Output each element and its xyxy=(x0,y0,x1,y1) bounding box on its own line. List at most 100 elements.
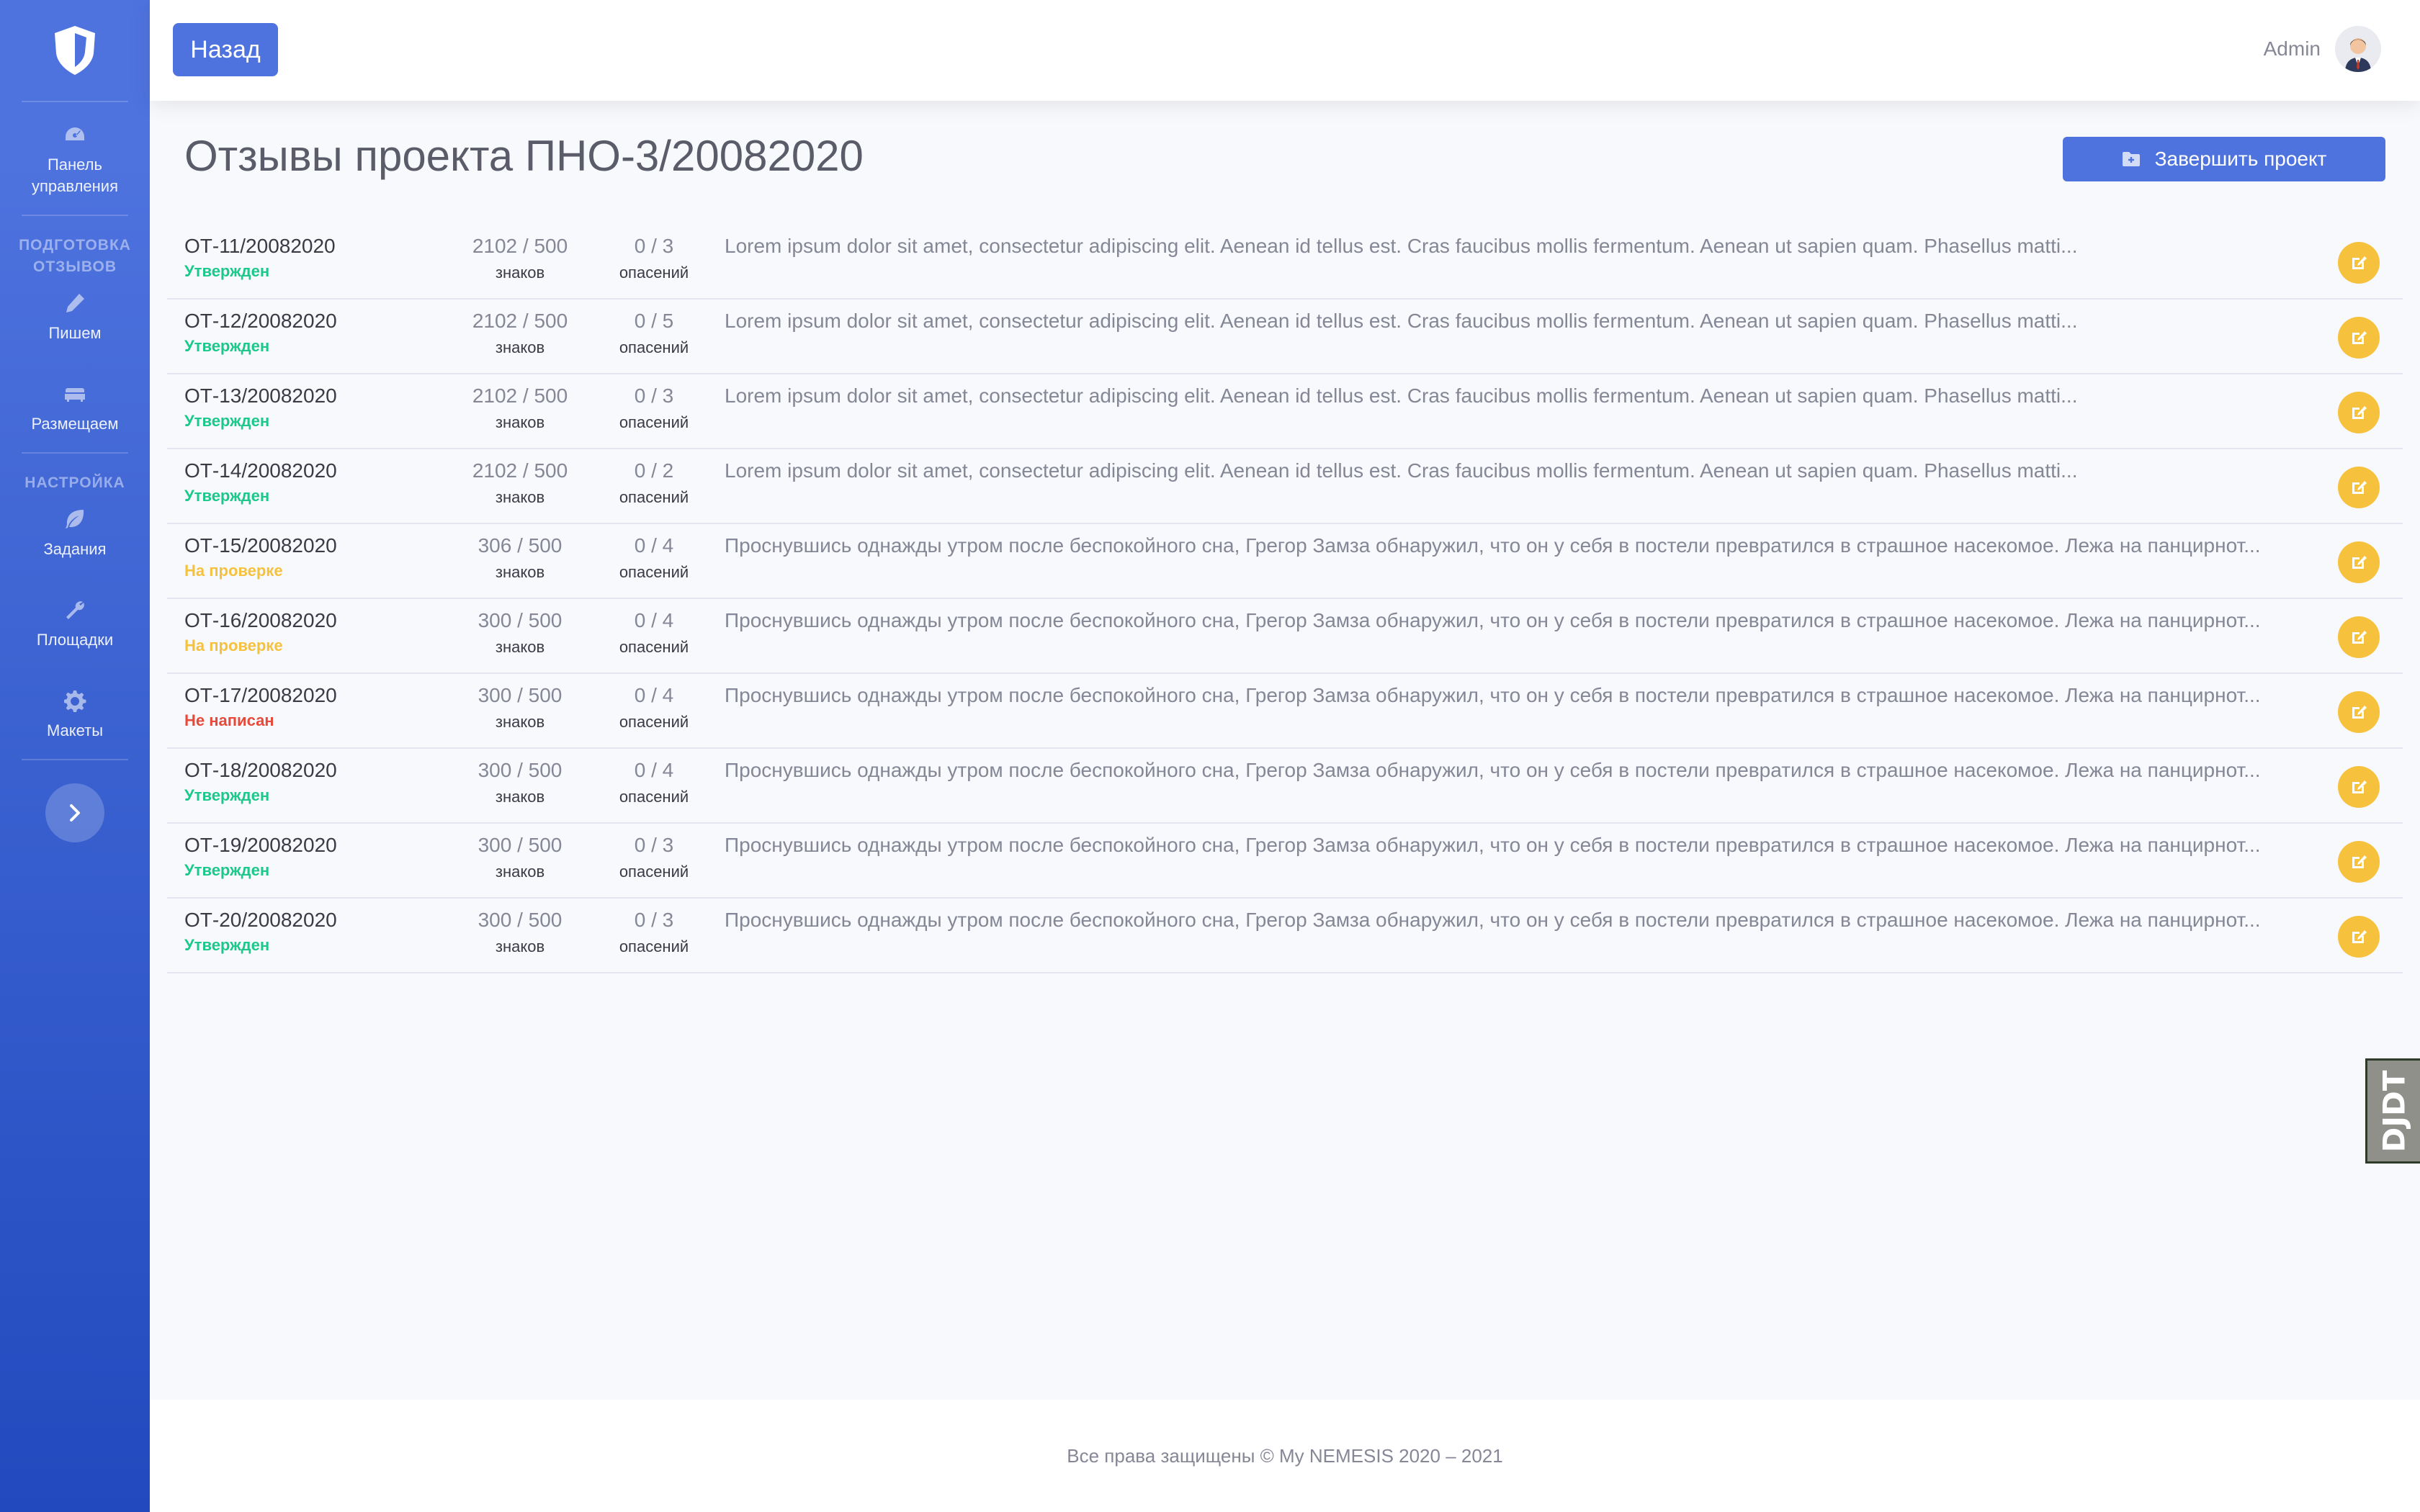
edit-button[interactable] xyxy=(2338,691,2380,733)
brand-logo[interactable] xyxy=(0,0,150,101)
review-text-preview: Lorem ipsum dolor sit amet, consectetur … xyxy=(725,459,2078,482)
wrench-icon xyxy=(62,598,88,622)
reviews-count: 0 / 3 опасений xyxy=(582,235,726,282)
edit-button[interactable] xyxy=(2338,467,2380,508)
review-code[interactable]: ОТ-15/20082020 xyxy=(184,534,337,557)
sidebar-item-platforms[interactable]: Площадки xyxy=(0,577,150,668)
edit-button[interactable] xyxy=(2338,242,2380,284)
table-row: ОТ-11/20082020 Утвержден 2102 / 500 знаков 0… xyxy=(167,225,2403,300)
edit-button[interactable] xyxy=(2338,616,2380,658)
chars-value: 2102 / 500 xyxy=(472,384,568,407)
chars-count: 2102 / 500 знаков xyxy=(441,459,599,507)
edit-icon xyxy=(2349,253,2368,272)
table-row: ОТ-15/20082020 На проверке 306 / 500 знаков… xyxy=(167,524,2403,599)
table-row: ОТ-20/20082020 Утвержден 300 / 500 знаков 0 … xyxy=(167,899,2403,973)
edit-button[interactable] xyxy=(2338,766,2380,808)
review-text-preview: Проснувшись однажды утром после беспокой… xyxy=(725,759,2261,781)
chars-value: 2102 / 500 xyxy=(472,235,568,257)
user-name: Admin xyxy=(2263,37,2321,60)
review-text-preview: Проснувшись однажды утром после беспокой… xyxy=(725,534,2261,557)
edit-icon xyxy=(2349,628,2368,647)
review-code[interactable]: ОТ-16/20082020 xyxy=(184,609,337,632)
review-code[interactable]: ОТ-11/20082020 xyxy=(184,235,336,258)
edit-button[interactable] xyxy=(2338,392,2380,433)
reviews-label: опасений xyxy=(619,638,689,656)
sidebar-toggle-button[interactable] xyxy=(45,783,104,842)
review-code[interactable]: ОТ-20/20082020 xyxy=(184,909,337,932)
pencil-icon xyxy=(62,291,88,315)
review-code[interactable]: ОТ-13/20082020 xyxy=(184,384,337,408)
main-content: Отзывы проекта ПНО-3/20082020 Завершить … xyxy=(150,101,2420,1400)
reviews-value: 0 / 5 xyxy=(634,310,674,332)
chars-label: знаков xyxy=(495,264,545,282)
edit-button[interactable] xyxy=(2338,541,2380,583)
status-badge: На проверке xyxy=(184,636,283,654)
reviews-label: опасений xyxy=(619,563,689,581)
review-code[interactable]: ОТ-17/20082020 xyxy=(184,684,337,707)
chars-label: знаков xyxy=(495,638,545,656)
table-row: ОТ-12/20082020 Утвержден 2102 / 500 знаков 0… xyxy=(167,300,2403,374)
user-menu[interactable]: Admin xyxy=(2264,26,2381,72)
edit-button[interactable] xyxy=(2338,841,2380,883)
sidebar-item-publish[interactable]: Размещаем xyxy=(0,361,150,452)
edit-icon xyxy=(2349,778,2368,796)
reviews-value: 0 / 3 xyxy=(634,235,674,257)
reviews-value: 0 / 4 xyxy=(634,609,674,631)
sidebar-item-label: Площадки xyxy=(36,631,114,649)
edit-icon xyxy=(2349,852,2368,871)
status-badge: На проверке xyxy=(184,562,283,580)
chars-value: 300 / 500 xyxy=(478,834,563,856)
chars-label: знаков xyxy=(495,788,545,806)
review-code[interactable]: ОТ-18/20082020 xyxy=(184,759,337,782)
back-button[interactable]: Назад xyxy=(173,23,278,76)
chars-value: 2102 / 500 xyxy=(472,459,568,482)
finish-project-label: Завершить проект xyxy=(2154,148,2327,170)
review-code[interactable]: ОТ-14/20082020 xyxy=(184,459,337,482)
table-row: ОТ-16/20082020 На проверке 300 / 500 знаков… xyxy=(167,599,2403,674)
reviews-label: опасений xyxy=(619,264,689,282)
reviews-value: 0 / 4 xyxy=(634,684,674,706)
edit-button[interactable] xyxy=(2338,916,2380,958)
topbar: Назад Admin xyxy=(150,0,2420,101)
chars-label: знаков xyxy=(495,413,545,431)
reviews-label: опасений xyxy=(619,937,689,955)
sidebar-item-layouts[interactable]: Макеты xyxy=(0,668,150,759)
sidebar-item-dashboard[interactable]: Панель управления xyxy=(0,102,150,215)
status-badge: Утвержден xyxy=(184,262,270,280)
chars-value: 300 / 500 xyxy=(478,684,563,706)
edit-icon xyxy=(2349,553,2368,572)
debug-toolbar-handle[interactable]: DJDT xyxy=(2365,1058,2420,1164)
review-code[interactable]: ОТ-12/20082020 xyxy=(184,310,337,333)
review-text-preview: Lorem ipsum dolor sit amet, consectetur … xyxy=(725,310,2078,332)
sidebar-item-label: Пишем xyxy=(48,324,102,342)
reviews-count: 0 / 2 опасений xyxy=(582,459,726,507)
table-row: ОТ-17/20082020 Не написан 300 / 500 знаков 0… xyxy=(167,674,2403,749)
finish-project-button[interactable]: Завершить проект xyxy=(2063,137,2385,181)
footer: Все права защищены © My NEMESIS 2020 – 2… xyxy=(150,1400,2420,1512)
sidebar-divider xyxy=(22,759,128,760)
reviews-value: 0 / 4 xyxy=(634,534,674,557)
avatar[interactable] xyxy=(2335,26,2381,72)
status-badge: Утвержден xyxy=(184,786,270,804)
chars-label: знаков xyxy=(495,488,545,506)
chars-count: 300 / 500 знаков xyxy=(441,684,599,732)
reviews-value: 0 / 3 xyxy=(634,909,674,931)
chars-count: 300 / 500 знаков xyxy=(441,759,599,806)
chars-count: 300 / 500 знаков xyxy=(441,609,599,657)
table-row: ОТ-13/20082020 Утвержден 2102 / 500 знаков 0… xyxy=(167,374,2403,449)
status-badge: Утвержден xyxy=(184,412,270,430)
status-badge: Утвержден xyxy=(184,936,270,954)
status-badge: Утвержден xyxy=(184,861,270,879)
reviews-count: 0 / 4 опасений xyxy=(582,759,726,806)
sidebar-item-write[interactable]: Пишем xyxy=(0,278,150,361)
edit-icon xyxy=(2349,703,2368,721)
review-code[interactable]: ОТ-19/20082020 xyxy=(184,834,337,857)
page-title: Отзывы проекта ПНО-3/20082020 xyxy=(184,132,864,180)
table-row: ОТ-18/20082020 Утвержден 300 / 500 знаков 0 … xyxy=(167,749,2403,824)
tachometer-icon xyxy=(62,122,88,147)
sidebar-item-tasks[interactable]: Задания xyxy=(0,494,150,577)
reviews-value: 0 / 4 xyxy=(634,759,674,781)
sidebar-heading: ПОДГОТОВКА ОТЗЫВОВ xyxy=(19,237,131,275)
edit-button[interactable] xyxy=(2338,317,2380,359)
gear-icon xyxy=(62,688,88,713)
